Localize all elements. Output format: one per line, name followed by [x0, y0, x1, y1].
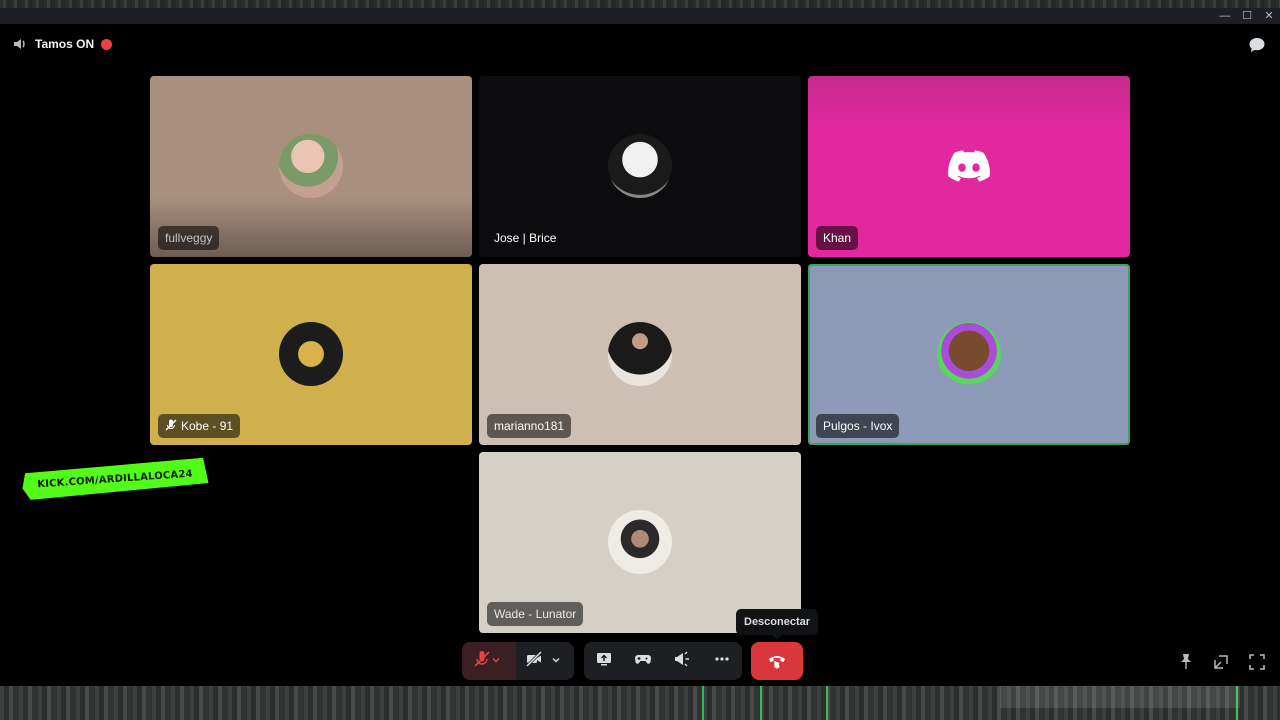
soundboard-button[interactable] — [662, 642, 702, 680]
close-button[interactable]: ✕ — [1258, 8, 1280, 24]
soundboard-icon — [673, 650, 691, 673]
participant-name-tag: Kobe - 91 — [158, 414, 241, 438]
share-screen-icon — [595, 650, 613, 673]
chat-icon[interactable] — [1248, 36, 1266, 54]
participant-tile-jose-brice[interactable]: Jose | Brice — [479, 76, 801, 257]
camera-off-icon — [525, 650, 543, 673]
participant-tile-marianno181[interactable]: marianno181 — [479, 264, 801, 445]
participant-name: fullveggy — [165, 231, 213, 245]
maximize-button[interactable]: ☐ — [1236, 8, 1258, 24]
participant-name: marianno181 — [494, 419, 565, 433]
more-options-button[interactable] — [702, 642, 742, 680]
avatar — [937, 322, 1001, 386]
background-texture-bottom — [0, 686, 1280, 720]
participant-name-tag: Pulgos - Ivox — [816, 414, 900, 438]
gamepad-icon — [634, 650, 652, 673]
discord-logo-icon — [937, 134, 1001, 198]
participant-name: Jose | Brice — [494, 231, 557, 245]
participant-tile-kobe[interactable]: Kobe - 91 — [150, 264, 472, 445]
participant-name-tag: marianno181 — [487, 414, 572, 438]
popout-icon[interactable] — [1211, 652, 1231, 672]
participant-tile-fullveggy[interactable]: fullveggy — [150, 76, 472, 257]
avatar — [608, 134, 672, 198]
participant-name-tag: Khan — [816, 226, 859, 250]
activity-controls — [584, 642, 742, 680]
live-indicator — [101, 38, 113, 50]
participant-name: Pulgos - Ivox — [823, 419, 893, 433]
fullscreen-icon[interactable] — [1247, 652, 1267, 672]
camera-toggle-button[interactable] — [516, 642, 574, 680]
participant-tile-wade-lunator[interactable]: Wade - Lunator — [479, 452, 801, 633]
participant-name: Khan — [823, 231, 852, 245]
background-haze — [1000, 686, 1240, 708]
participant-name: Wade - Lunator — [494, 607, 577, 621]
participant-tile-pulgos-ivox[interactable]: Pulgos - Ivox — [808, 264, 1130, 445]
minimize-button[interactable]: — — [1214, 8, 1236, 24]
participant-name-tag: Jose | Brice — [487, 226, 563, 250]
disconnect-tooltip: Desconectar — [736, 609, 819, 640]
green-glow-line — [760, 686, 762, 720]
tooltip-text: Desconectar — [744, 616, 811, 628]
mic-muted-icon — [165, 419, 177, 434]
audio-video-controls — [462, 642, 574, 680]
green-glow-line — [826, 686, 828, 720]
avatar — [608, 322, 672, 386]
participant-name-tag: Wade - Lunator — [487, 602, 584, 626]
channel-name: Tamos ON — [35, 37, 95, 51]
kick-promo-sticker: KICK.COM/ARDILLALOCA24 — [21, 458, 209, 501]
kick-promo-text: KICK.COM/ARDILLALOCA24 — [36, 468, 194, 490]
avatar — [608, 510, 672, 574]
chevron-down-icon[interactable] — [491, 652, 505, 670]
disconnect-button[interactable] — [751, 642, 803, 680]
mic-toggle-button[interactable] — [462, 642, 516, 680]
avatar — [279, 134, 343, 198]
more-icon — [713, 650, 731, 673]
participant-name: Kobe - 91 — [181, 419, 234, 433]
mic-muted-icon — [473, 650, 491, 673]
titlebar: — ☐ ✕ — [0, 8, 1280, 24]
chevron-down-icon[interactable] — [551, 652, 565, 670]
participant-name-tag: fullveggy — [158, 226, 220, 250]
hangup-icon — [766, 648, 788, 675]
channel-header: Tamos ON — [12, 35, 113, 53]
speaker-icon — [12, 36, 28, 52]
share-screen-button[interactable] — [584, 642, 624, 680]
green-glow-line — [702, 686, 704, 720]
activities-button[interactable] — [624, 642, 662, 680]
avatar — [279, 322, 343, 386]
background-texture-top — [0, 0, 1280, 8]
participant-tile-khan[interactable]: Khan — [808, 76, 1130, 257]
discord-call-window: — ☐ ✕ Tamos ON fullveggy Jose | Brice Kh… — [0, 8, 1280, 686]
pin-icon[interactable] — [1176, 652, 1196, 672]
